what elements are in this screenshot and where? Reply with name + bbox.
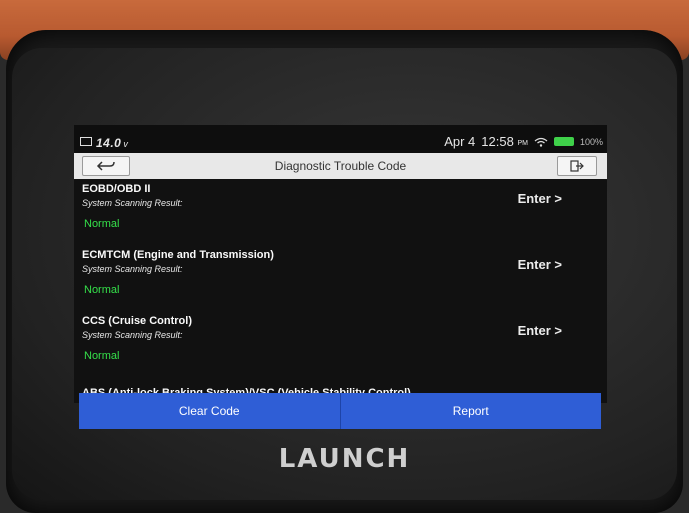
- brand-logo: LAUNCH: [278, 444, 411, 474]
- status-bar: 14.0 v Apr 4 12:58 PM 100%: [74, 125, 607, 153]
- bottom-action-bar: Clear Code Report: [79, 393, 601, 429]
- system-name: EOBD/OBD II: [82, 183, 151, 195]
- system-name: CCS (Cruise Control): [82, 315, 192, 327]
- system-result-label: System Scanning Result:: [82, 264, 183, 274]
- system-name: ECMTCM (Engine and Transmission): [82, 249, 274, 261]
- car-battery-icon: [80, 137, 92, 146]
- voltage-readout: 14.0 v: [80, 136, 128, 150]
- wifi-icon: [534, 137, 548, 147]
- status-date: Apr 4: [444, 134, 476, 149]
- voltage-value: 14.0: [96, 136, 122, 150]
- title-bar: Diagnostic Trouble Code: [74, 153, 607, 180]
- system-result-status: Normal: [84, 350, 120, 362]
- status-time: 12:58 PM: [481, 134, 528, 149]
- clear-code-button[interactable]: Clear Code: [79, 393, 341, 429]
- system-list: EOBD/OBD II System Scanning Result: Norm…: [74, 179, 607, 403]
- exit-icon: [570, 160, 584, 172]
- system-result-status: Normal: [84, 218, 120, 230]
- enter-button[interactable]: Enter >: [518, 191, 562, 206]
- battery-icon: [553, 137, 574, 146]
- battery-percent: 100%: [579, 136, 603, 147]
- system-row-eobd: EOBD/OBD II System Scanning Result: Norm…: [74, 179, 607, 245]
- voltage-unit: v: [123, 139, 129, 149]
- status-ampm: PM: [517, 140, 528, 147]
- exit-button[interactable]: [557, 156, 597, 176]
- system-row-ccs: CCS (Cruise Control) System Scanning Res…: [74, 311, 607, 377]
- status-right: Apr 4 12:58 PM 100%: [444, 134, 603, 149]
- enter-button[interactable]: Enter >: [518, 323, 562, 338]
- screen: 14.0 v Apr 4 12:58 PM 100% Diagnostic Tro…: [74, 125, 607, 403]
- page-title: Diagnostic Trouble Code: [274, 159, 407, 173]
- system-result-status: Normal: [84, 284, 120, 296]
- system-result-label: System Scanning Result:: [82, 330, 183, 340]
- status-time-value: 12:58: [481, 134, 514, 149]
- enter-button[interactable]: Enter >: [518, 257, 562, 272]
- report-button[interactable]: Report: [341, 393, 602, 429]
- system-row-ecmtcm: ECMTCM (Engine and Transmission) System …: [74, 245, 607, 311]
- system-result-label: System Scanning Result:: [82, 198, 183, 208]
